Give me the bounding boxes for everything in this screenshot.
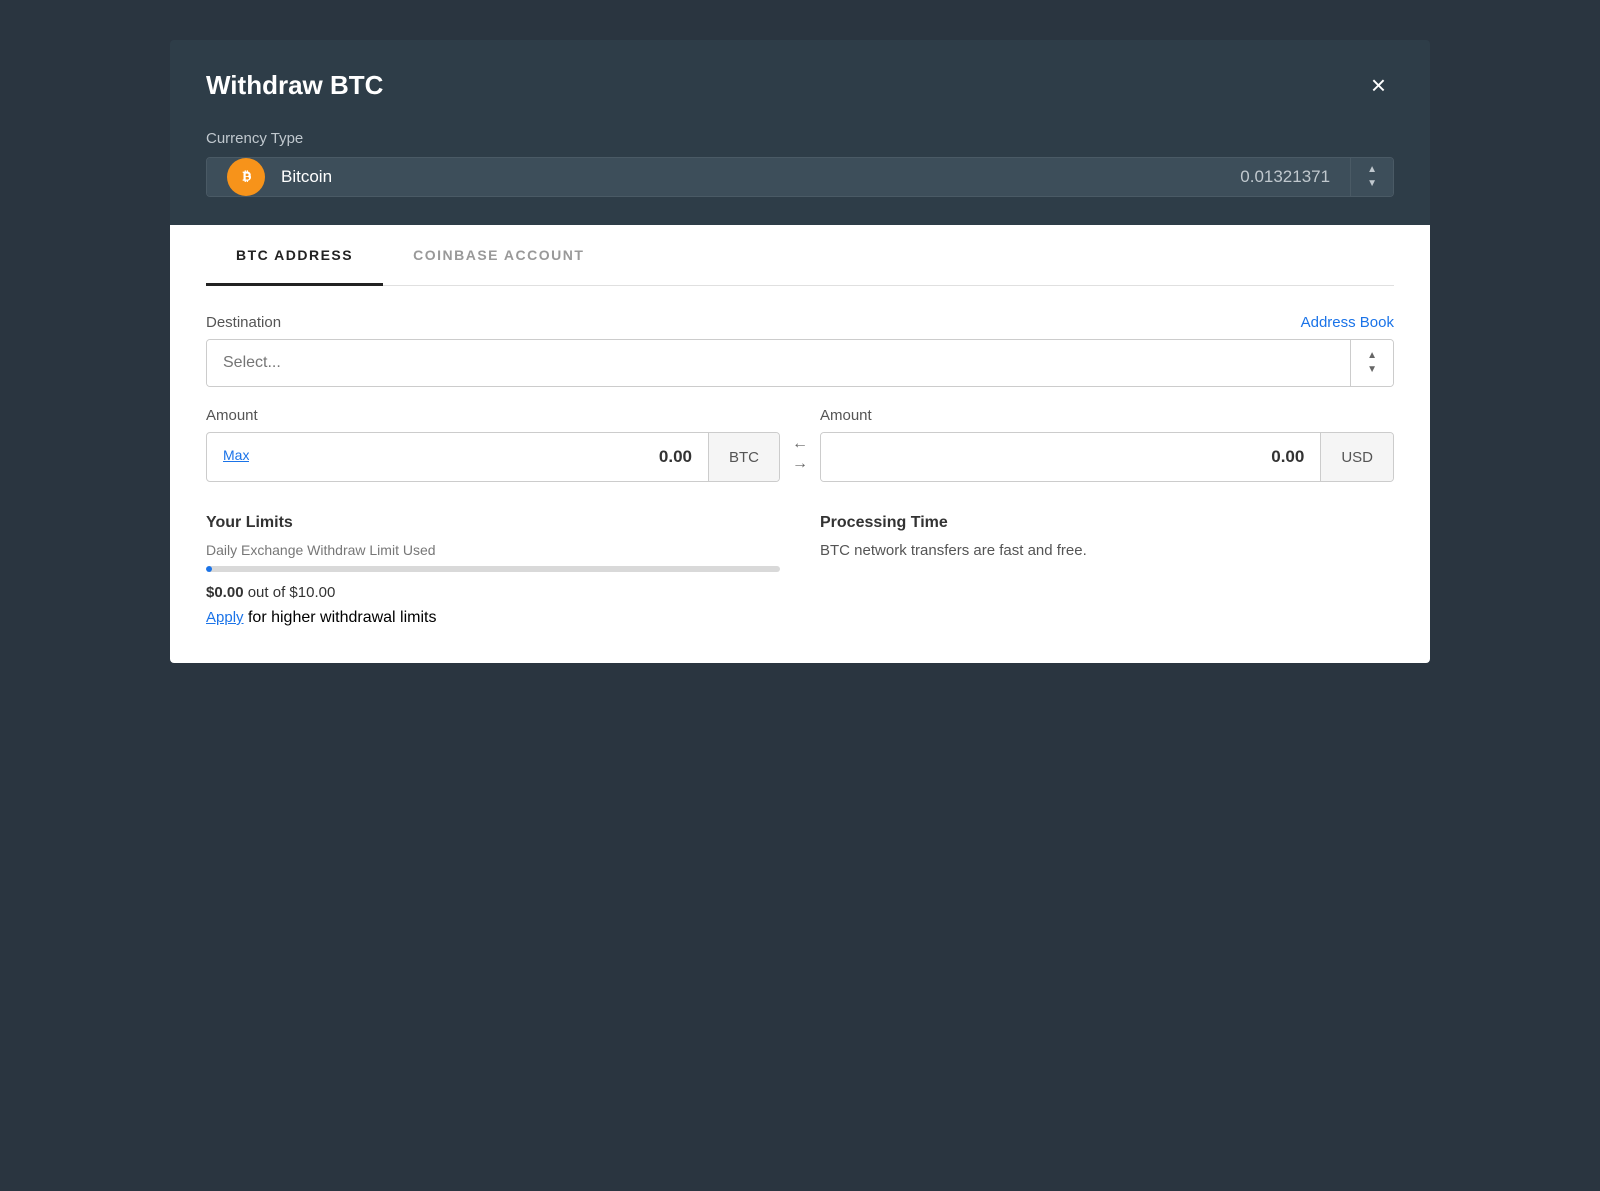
tab-coinbase-account[interactable]: COINBASE ACCOUNT <box>383 225 614 285</box>
daily-limit-label: Daily Exchange Withdraw Limit Used <box>206 542 780 558</box>
chevron-up-icon: ▲ <box>1367 351 1377 361</box>
btc-amount-col: Amount Max BTC <box>206 407 780 482</box>
tab-btc-address[interactable]: BTC ADDRESS <box>206 225 383 285</box>
apply-suffix: for higher withdrawal limits <box>244 609 437 626</box>
currency-section: Currency Type Bitcoin 0.01321371 ▲ ▼ <box>170 130 1430 225</box>
usd-amount-label: Amount <box>820 407 1394 424</box>
destination-dropdown-button[interactable]: ▲ ▼ <box>1350 340 1393 386</box>
usd-currency-tag: USD <box>1320 433 1393 481</box>
usd-amount-col: Amount USD <box>820 407 1394 482</box>
arrow-right-icon: → <box>792 455 808 473</box>
progress-bar-fill <box>206 566 212 572</box>
currency-balance: 0.01321371 <box>1240 167 1330 187</box>
chevron-down-icon: ▼ <box>1367 179 1377 189</box>
chevron-down-icon: ▼ <box>1367 365 1377 375</box>
btc-icon <box>227 158 265 196</box>
amount-row: Amount Max BTC ← → Amount USD <box>206 407 1394 482</box>
processing-title: Processing Time <box>820 514 1394 532</box>
modal-title: Withdraw BTC <box>206 70 383 101</box>
apply-link[interactable]: Apply <box>206 609 244 626</box>
currency-name: Bitcoin <box>281 167 1224 187</box>
destination-label: Destination <box>206 314 281 331</box>
btc-amount-input[interactable] <box>249 433 708 481</box>
currency-select-main[interactable]: Bitcoin 0.01321371 <box>207 158 1350 196</box>
chevron-up-icon: ▲ <box>1367 165 1377 175</box>
processing-description: BTC network transfers are fast and free. <box>820 542 1394 559</box>
modal-body: BTC ADDRESS COINBASE ACCOUNT Destination… <box>170 225 1430 663</box>
destination-field-row: Destination Address Book ▲ ▼ <box>206 314 1394 387</box>
limits-title: Your Limits <box>206 514 780 532</box>
destination-field-header: Destination Address Book <box>206 314 1394 331</box>
usd-amount-input-group: USD <box>820 432 1394 482</box>
total-amount: $10.00 <box>289 584 335 601</box>
usd-amount-input[interactable] <box>821 433 1320 481</box>
destination-select: ▲ ▼ <box>206 339 1394 387</box>
used-amount: $0.00 <box>206 584 244 601</box>
btc-amount-label: Amount <box>206 407 780 424</box>
exchange-arrows: ← → <box>780 435 820 473</box>
limits-col: Your Limits Daily Exchange Withdraw Limi… <box>206 514 780 627</box>
max-link[interactable]: Max <box>207 433 249 481</box>
processing-col: Processing Time BTC network transfers ar… <box>820 514 1394 627</box>
info-row: Your Limits Daily Exchange Withdraw Limi… <box>206 514 1394 627</box>
btc-currency-tag: BTC <box>708 433 779 481</box>
limit-mid-text: out of <box>248 584 290 601</box>
limit-values: $0.00 out of $10.00 <box>206 584 780 601</box>
currency-type-label: Currency Type <box>206 130 1394 147</box>
currency-select-row: Bitcoin 0.01321371 ▲ ▼ <box>206 157 1394 197</box>
progress-bar-container <box>206 566 780 572</box>
address-book-link[interactable]: Address Book <box>1301 314 1394 331</box>
apply-row: Apply for higher withdrawal limits <box>206 609 780 627</box>
currency-dropdown-button[interactable]: ▲ ▼ <box>1350 158 1393 196</box>
destination-input[interactable] <box>207 340 1350 386</box>
tabs: BTC ADDRESS COINBASE ACCOUNT <box>206 225 1394 286</box>
modal-header: Withdraw BTC × <box>170 40 1430 130</box>
btc-amount-input-group: Max BTC <box>206 432 780 482</box>
close-button[interactable]: × <box>1363 68 1394 102</box>
arrow-left-icon: ← <box>792 435 808 453</box>
